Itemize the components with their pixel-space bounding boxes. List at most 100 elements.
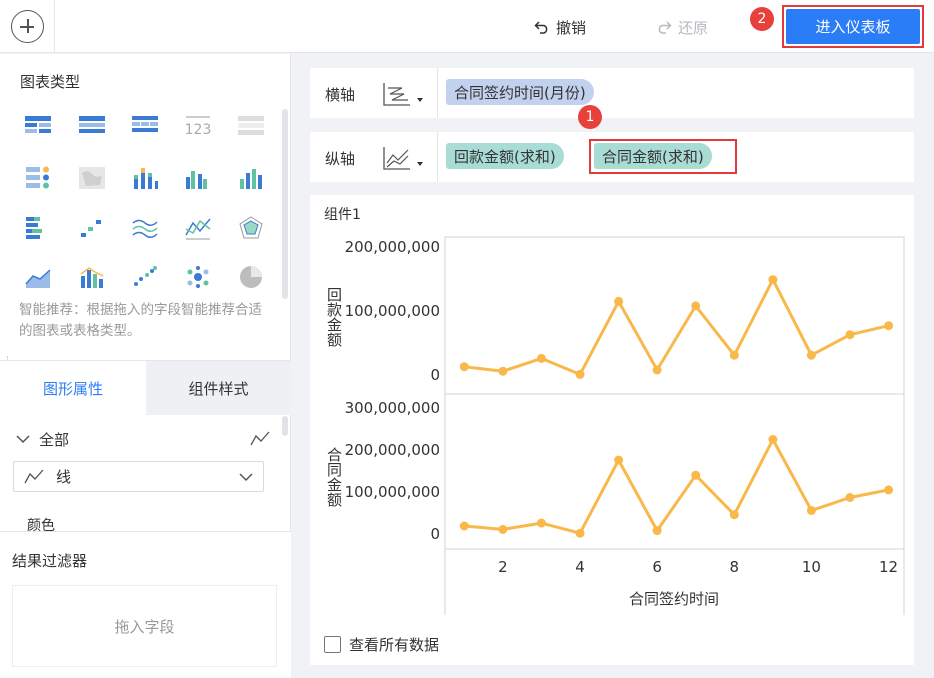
- y-tick-label: 0: [430, 525, 440, 543]
- undo-button[interactable]: 撤销: [534, 16, 586, 38]
- data-point: [575, 528, 585, 538]
- toolbar-divider: [54, 0, 55, 53]
- chevron-down-icon: [16, 435, 30, 444]
- data-point: [691, 470, 701, 480]
- properties-scrollbar[interactable]: [282, 416, 288, 436]
- result-filter-title: 结果过滤器: [12, 552, 88, 570]
- data-point: [729, 350, 739, 360]
- y-tick-label: 200,000,000: [345, 441, 440, 459]
- highlight-box-contract-field: [589, 139, 737, 174]
- scatter-step-icon[interactable]: [78, 216, 106, 240]
- attr-all-row[interactable]: 全部: [16, 429, 270, 449]
- table-icon[interactable]: [24, 114, 52, 138]
- data-point: [729, 510, 739, 520]
- y-axis-separator: [437, 132, 438, 182]
- bar-chart-icon[interactable]: [237, 166, 265, 190]
- number-list-icon[interactable]: [237, 114, 265, 138]
- undo-icon: [534, 21, 548, 34]
- x-tick-label: 12: [879, 558, 898, 576]
- x-tick-label: 6: [652, 558, 662, 576]
- enter-dashboard-button[interactable]: 进入仪表板: [786, 9, 920, 44]
- x-axis-type-dropdown[interactable]: [382, 80, 426, 108]
- result-filter-section: 结果过滤器 拖入字段: [0, 531, 291, 678]
- data-point: [498, 366, 508, 376]
- data-point: [575, 369, 585, 379]
- map-icon[interactable]: [78, 166, 106, 190]
- scatter-chart-icon[interactable]: [131, 265, 159, 289]
- grouped-table-icon[interactable]: [78, 114, 106, 138]
- data-point: [498, 524, 508, 534]
- data-point: [459, 362, 469, 372]
- x-axis-label: 横轴: [325, 86, 356, 104]
- data-point: [806, 506, 816, 515]
- y-axis-label: 纵轴: [325, 150, 356, 168]
- step-badge-2: 2: [750, 7, 774, 31]
- redo-button[interactable]: 还原: [656, 16, 708, 38]
- axis-type-icon: [383, 147, 423, 170]
- kpi-number-icon[interactable]: 123: [184, 114, 212, 138]
- multi-line-icon[interactable]: [131, 216, 159, 240]
- data-point: [614, 296, 624, 306]
- line-chart-icon[interactable]: [184, 216, 212, 240]
- y-tick-label: 100,000,000: [345, 483, 440, 501]
- step-badge-1: 1: [578, 105, 602, 129]
- tab-graphic-properties[interactable]: 图形属性: [0, 361, 146, 415]
- chart-types-scrollbar[interactable]: [282, 109, 288, 299]
- radar-chart-icon[interactable]: [237, 216, 265, 240]
- chevron-down-icon: [239, 472, 253, 481]
- y-field-pill-payment[interactable]: 回款金额(求和): [446, 143, 564, 169]
- data-point: [768, 435, 778, 444]
- x-tick-label: 8: [730, 558, 740, 576]
- kpi-card-icon[interactable]: [24, 166, 52, 190]
- line-select-value: 线: [56, 468, 72, 486]
- axis-type-icon: [383, 83, 423, 106]
- detail-table-icon[interactable]: [131, 114, 159, 138]
- pie-chart-icon[interactable]: [237, 265, 265, 289]
- data-point: [652, 526, 662, 536]
- data-point: [845, 493, 855, 502]
- top-toolbar: 撤销 还原 2 进入仪表板: [0, 0, 934, 53]
- stacked-bar-icon[interactable]: [131, 166, 159, 190]
- data-point: [459, 521, 469, 531]
- data-point: [845, 330, 855, 340]
- view-all-data-row[interactable]: 查看所有数据: [324, 634, 439, 655]
- property-tabs: 图形属性 组件样式: [0, 360, 291, 415]
- y-tick-label: 300,000,000: [345, 399, 440, 417]
- grouped-bar-icon[interactable]: [184, 166, 212, 190]
- y-tick-label: 0: [430, 366, 440, 384]
- x-field-pill[interactable]: 合同签约时间(月份): [446, 79, 594, 105]
- bottom-y-axis-title: 合同金额: [325, 447, 343, 507]
- view-all-data-label: 查看所有数据: [349, 636, 440, 654]
- series-line: [464, 278, 889, 376]
- x-tick-label: 2: [498, 558, 508, 576]
- smart-recommend-hint: 智能推荐：根据拖入的字段智能推荐合适的图表或表格类型。: [19, 302, 262, 339]
- combo-chart-icon[interactable]: [78, 265, 106, 289]
- x-tick-label: 4: [575, 558, 585, 576]
- redo-label: 还原: [678, 18, 709, 37]
- line-icon: [24, 469, 44, 483]
- horizontal-bar-icon[interactable]: [24, 216, 52, 240]
- line-type-icon: [250, 431, 270, 446]
- chart-component: 组件1 200,000,000 100,000,000 0 300,000,000 2…: [310, 195, 914, 665]
- x-axis-title: 合同签约时间: [629, 590, 719, 608]
- attr-all-label: 全部: [39, 430, 70, 449]
- data-point: [536, 353, 546, 363]
- area-chart-icon[interactable]: [24, 265, 52, 289]
- data-point: [614, 455, 624, 465]
- series-line: [464, 438, 889, 535]
- left-panel: 图表类型 123 智能推荐：根据拖入的字段智能推荐合适的图表或表格类型。 图形属…: [0, 54, 291, 678]
- chart-types-title: 图表类型: [20, 73, 81, 91]
- data-point: [536, 518, 546, 528]
- line-chart: 200,000,000 100,000,000 0 300,000,000 200,0…: [325, 236, 905, 615]
- view-all-data-checkbox[interactable]: [324, 636, 341, 653]
- y-tick-label: 100,000,000: [345, 302, 440, 320]
- x-axis-bar: 横轴 合同签约时间(月份): [310, 68, 914, 118]
- bubble-chart-icon[interactable]: [184, 265, 212, 289]
- line-type-select[interactable]: 线: [13, 461, 264, 492]
- data-point: [884, 321, 894, 331]
- tab-component-style[interactable]: 组件样式: [146, 361, 291, 415]
- y-axis-type-dropdown[interactable]: [382, 144, 426, 172]
- filter-drop-zone[interactable]: 拖入字段: [12, 585, 277, 667]
- add-component-button[interactable]: [11, 10, 44, 43]
- data-point: [691, 301, 701, 311]
